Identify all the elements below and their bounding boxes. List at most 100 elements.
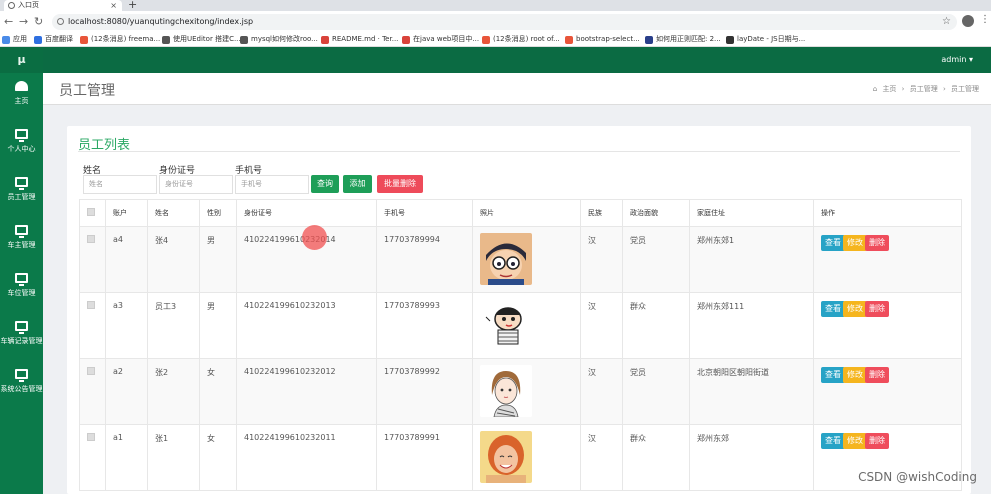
row-checkbox[interactable] <box>87 301 95 309</box>
bookmark-label: bootstrap-select... <box>576 35 640 43</box>
delete-button[interactable]: 删除 <box>865 235 889 251</box>
bookmark-item[interactable]: 百度翻译 <box>34 34 73 45</box>
table-row[interactable]: a4 张4 男 410224199610232014 17703789994 汉党员 郑州东… <box>79 226 962 293</box>
reload-icon[interactable]: ↻ <box>34 15 43 28</box>
view-button[interactable]: 查看 <box>821 367 845 383</box>
bookmark-label: 应用 <box>13 35 27 43</box>
row-checkbox[interactable] <box>87 367 95 375</box>
sidebar-item[interactable]: 车主管理 <box>0 225 43 265</box>
bookmark-label: 百度翻译 <box>45 35 73 43</box>
batch-delete-button[interactable]: 批量删除 <box>377 175 423 193</box>
delete-button[interactable]: 删除 <box>865 433 889 449</box>
close-icon[interactable]: × <box>110 0 117 11</box>
monitor-icon <box>15 369 28 382</box>
bookmark-item[interactable]: 在java web项目中... <box>402 34 479 45</box>
gender-cell: 男 <box>199 226 237 293</box>
bookmark-item[interactable]: README.md · Ter... <box>321 34 398 45</box>
bookmark-item[interactable]: (12条消息) root of... <box>482 34 560 45</box>
bookmark-label: (12条消息) freema... <box>91 35 161 43</box>
table-row[interactable]: a1 张1 女 410224199610232011 17703789991 汉群众 郑州东… <box>79 424 962 491</box>
idcard-filter-input[interactable]: 身份证号 <box>159 175 233 194</box>
bookmark-icon <box>80 36 88 44</box>
address-cell: 郑州东郊111 <box>689 292 814 359</box>
edit-button[interactable]: 修改 <box>843 433 867 449</box>
table-row[interactable]: a2 张2 女 410224199610232012 17703789992 汉党员 北京朝… <box>79 358 962 425</box>
ethnicity-cell: 汉 <box>580 358 623 425</box>
select-all-cell <box>79 199 106 227</box>
column-header: 家庭住址 <box>689 199 814 227</box>
phone-cell: 17703789992 <box>376 358 473 425</box>
sidebar-item[interactable]: 个人中心 <box>0 129 43 169</box>
breadcrumb-section[interactable]: 员工管理 <box>910 85 938 93</box>
monitor-icon <box>15 225 28 238</box>
user-menu[interactable]: admin ▾ <box>941 47 973 73</box>
browser-tab[interactable]: 入口页 × <box>4 0 122 11</box>
sidebar-item[interactable]: 车辆记录管理 <box>0 321 43 361</box>
watermark: CSDN @wishCoding <box>858 470 977 484</box>
bookmark-item[interactable]: mysql如何修改roo... <box>240 34 318 45</box>
edit-button[interactable]: 修改 <box>843 235 867 251</box>
column-header: 账户 <box>105 199 148 227</box>
address-cell: 郑州东郊 <box>689 424 814 491</box>
sidebar-item[interactable]: 车位管理 <box>0 273 43 313</box>
photo-cell <box>472 358 581 425</box>
breadcrumb-home[interactable]: 主页 <box>882 85 896 93</box>
star-icon[interactable]: ☆ <box>942 14 951 30</box>
breadcrumb-separator: › <box>901 85 905 93</box>
browser-tab-bar: 入口页 × + <box>0 0 991 11</box>
sidebar: μ 主页个人中心员工管理车主管理车位管理车辆记录管理 系统公告管理 <box>0 47 43 494</box>
sidebar-item-label: 车主管理 <box>7 241 36 249</box>
bookmark-item[interactable]: 如何用正则匹配: 2... <box>645 34 721 45</box>
column-header: 民族 <box>580 199 623 227</box>
bookmark-item[interactable]: layDate - JS日期与... <box>726 34 805 45</box>
employee-table: 账户 姓名 性别 身份证号 手机号 照片 民族 政治面貌 家庭住址 操作 a4 张… <box>79 199 962 491</box>
name-cell: 张4 <box>147 226 200 293</box>
bookmark-item[interactable]: (12条消息) freema... <box>80 34 160 45</box>
bookmark-item[interactable]: 使用UEditor 搭建C... <box>162 34 241 45</box>
sidebar-item[interactable]: 系统公告管理 <box>0 369 43 409</box>
account-cell: a4 <box>105 226 148 293</box>
profile-avatar-icon[interactable] <box>962 15 974 27</box>
idcard-cell: 410224199610232011 <box>236 424 377 491</box>
column-header: 姓名 <box>147 199 200 227</box>
phone-cell: 17703789991 <box>376 424 473 491</box>
url-field[interactable]: localhost:8080/yuanqutingchexitong/index… <box>52 14 957 30</box>
forward-icon[interactable]: → <box>19 15 28 28</box>
row-checkbox[interactable] <box>87 235 95 243</box>
employee-photo <box>480 233 532 287</box>
search-button[interactable]: 查询 <box>311 175 339 193</box>
delete-button[interactable]: 删除 <box>865 367 889 383</box>
home-icon: ⌂ <box>872 85 878 93</box>
edit-button[interactable]: 修改 <box>843 301 867 317</box>
add-button[interactable]: 添加 <box>343 175 372 193</box>
delete-button[interactable]: 删除 <box>865 301 889 317</box>
back-icon[interactable]: ← <box>4 15 13 28</box>
view-button[interactable]: 查看 <box>821 433 845 449</box>
gender-cell: 男 <box>199 292 237 359</box>
edit-button[interactable]: 修改 <box>843 367 867 383</box>
ethnicity-cell: 汉 <box>580 292 623 359</box>
menu-icon[interactable]: ⋮ <box>980 14 990 25</box>
row-checkbox[interactable] <box>87 433 95 441</box>
view-button[interactable]: 查看 <box>821 301 845 317</box>
sidebar-item[interactable]: 主页 <box>0 81 43 121</box>
phone-filter-input[interactable]: 手机号 <box>235 175 309 194</box>
table-row[interactable]: a3 员工3 男 410224199610232013 17703789993 汉群众 郑州… <box>79 292 962 359</box>
bookmark-item[interactable]: bootstrap-select... <box>565 34 640 45</box>
app-logo: μ <box>0 47 43 73</box>
new-tab-icon[interactable]: + <box>128 0 137 11</box>
bookmark-icon <box>321 36 329 44</box>
breadcrumb-separator: › <box>942 85 946 93</box>
info-icon[interactable] <box>57 18 64 25</box>
bookmark-icon <box>565 36 573 44</box>
bookmark-icon <box>240 36 248 44</box>
column-header: 性别 <box>199 199 237 227</box>
sidebar-item[interactable]: 员工管理 <box>0 177 43 217</box>
actions-cell: 查看 修改 删除 <box>813 292 962 359</box>
row-select-cell <box>79 226 106 293</box>
name-filter-input[interactable]: 姓名 <box>83 175 157 194</box>
employee-photo <box>480 365 532 419</box>
view-button[interactable]: 查看 <box>821 235 845 251</box>
select-all-checkbox[interactable] <box>87 208 95 216</box>
bookmark-item[interactable]: 应用 <box>2 34 27 45</box>
